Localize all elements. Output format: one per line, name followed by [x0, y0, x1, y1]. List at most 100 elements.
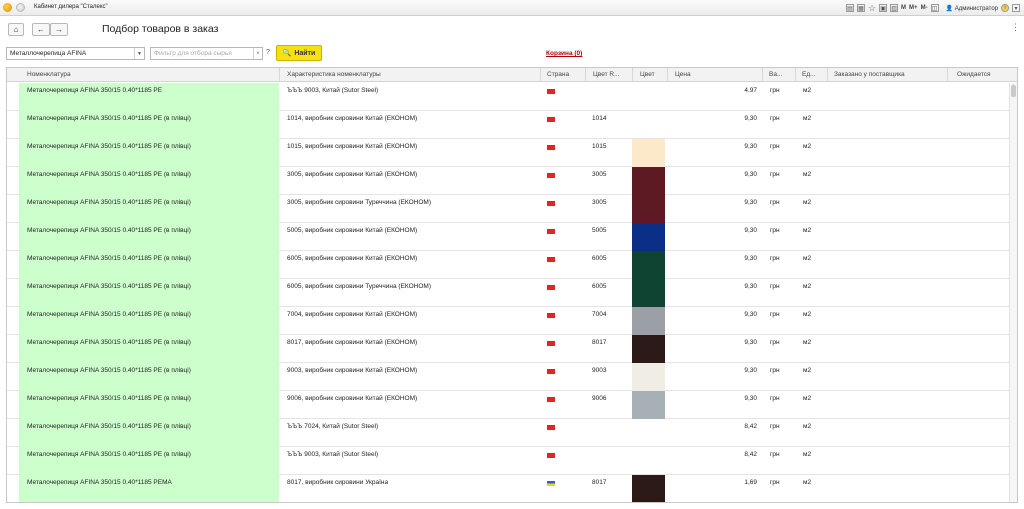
- print-icon[interactable]: ▤: [845, 4, 854, 12]
- price-text: 9,30: [744, 367, 757, 374]
- color-swatch: [632, 391, 665, 419]
- table-row[interactable]: Металочерепиця AFINA 350/15 0.40*1185 PE…: [7, 195, 1009, 223]
- currency-text: грн: [770, 367, 780, 374]
- characteristic-text: ЪЪЪ 9003, Китай (Sutor Steel): [287, 87, 379, 94]
- table-row[interactable]: Металочерепиця AFINA 350/15 0.40*1185 PE…: [7, 475, 1009, 502]
- characteristic-text: 3005, виробник сировини Туреччина (ЕКОНО…: [287, 199, 432, 206]
- table-scrollbar[interactable]: ▲: [1009, 83, 1017, 502]
- user-name[interactable]: 👤 Администратор: [946, 5, 998, 12]
- col-header-color[interactable]: Цвет: [640, 71, 664, 78]
- unit-text: м2: [803, 311, 812, 318]
- nomenclature-text: Металочерепиця AFINA 350/15 0.40*1185 PE…: [27, 451, 191, 458]
- info-icon[interactable]: i: [1001, 4, 1009, 12]
- raw-material-filter-input[interactable]: Фильтр для отбора сырья ×: [150, 47, 263, 60]
- table-row[interactable]: Металочерепиця AFINA 350/15 0.40*1185 PE…: [7, 363, 1009, 391]
- characteristic-text: 7004, виробник сировини Китай (ЕКОНОМ): [287, 311, 418, 318]
- home-button[interactable]: ⌂: [8, 23, 24, 36]
- table-row[interactable]: Металочерепиця AFINA 350/15 0.40*1185 PE…: [7, 223, 1009, 251]
- ral-code-text: 9006: [592, 395, 607, 402]
- ral-code-text: 8017: [592, 479, 607, 486]
- characteristic-text: 8017, виробник сировини Китай (ЕКОНОМ): [287, 339, 418, 346]
- memory-subtract-button[interactable]: M-: [921, 5, 928, 11]
- category-select-value: Металлочерепица AFINA: [10, 50, 87, 57]
- history-icon[interactable]: ▦: [856, 4, 865, 12]
- clear-icon[interactable]: ×: [253, 48, 262, 59]
- col-header-country[interactable]: Страна: [547, 71, 579, 78]
- color-swatch: [632, 195, 665, 223]
- memory-add-button[interactable]: M+: [909, 5, 918, 11]
- forward-button[interactable]: →: [50, 23, 68, 36]
- window-menu-icon[interactable]: ▾: [1012, 4, 1020, 12]
- unit-text: м2: [803, 255, 812, 262]
- table-row[interactable]: Металочерепиця AFINA 350/15 0.40*1185 PE…: [7, 279, 1009, 307]
- panels-icon[interactable]: ◫: [930, 4, 939, 12]
- table-header: Номенклатура Характеристика номенклатуры…: [7, 68, 1017, 82]
- nomenclature-text: Металочерепиця AFINA 350/15 0.40*1185 PE…: [27, 395, 191, 402]
- color-swatch: [632, 475, 665, 502]
- ral-code-text: 7004: [592, 311, 607, 318]
- ral-code-text: 3005: [592, 199, 607, 206]
- china-flag-icon: [547, 285, 555, 290]
- table-row[interactable]: Металочерепиця AFINA 350/15 0.40*1185 PE…: [7, 139, 1009, 167]
- china-flag-icon: [547, 145, 555, 150]
- characteristic-text: ЪЪЪ 7024, Китай (Sutor Steel): [287, 423, 379, 430]
- price-text: 9,30: [744, 339, 757, 346]
- nomenclature-text: Металочерепиця AFINA 350/15 0.40*1185 PE: [27, 87, 163, 94]
- currency-text: грн: [770, 115, 780, 122]
- scroll-thumb[interactable]: [1011, 85, 1016, 97]
- cart-link[interactable]: Корзина (0): [546, 50, 582, 57]
- col-header-unit[interactable]: Ед...: [802, 71, 822, 78]
- col-header-expected[interactable]: Ожидается: [957, 71, 1012, 78]
- col-header-ordered[interactable]: Заказано у поставщика: [834, 71, 944, 78]
- table-row[interactable]: Металочерепиця AFINA 350/15 0.40*1185 PE…: [7, 307, 1009, 335]
- currency-text: грн: [770, 199, 780, 206]
- table-row[interactable]: Металочерепиця AFINA 350/15 0.40*1185 PE…: [7, 447, 1009, 475]
- characteristic-text: 3005, виробник сировини Китай (ЕКОНОМ): [287, 171, 418, 178]
- nomenclature-text: Металочерепиця AFINA 350/15 0.40*1185 PE…: [27, 311, 191, 318]
- col-header-ral[interactable]: Цвет R...: [593, 71, 629, 78]
- back-circle-icon[interactable]: [16, 3, 25, 12]
- color-swatch: [632, 363, 665, 391]
- help-icon[interactable]: ?: [266, 49, 270, 56]
- unit-text: м2: [803, 339, 812, 346]
- products-table: Номенклатура Характеристика номенклатуры…: [6, 67, 1018, 503]
- price-text: 9,30: [744, 255, 757, 262]
- nomenclature-text: Металочерепиця AFINA 350/15 0.40*1185 PE…: [27, 115, 191, 122]
- table-row[interactable]: Металочерепиця AFINA 350/15 0.40*1185 PE…: [7, 167, 1009, 195]
- unit-text: м2: [803, 171, 812, 178]
- more-actions-icon[interactable]: ⋮: [1011, 22, 1020, 33]
- ral-code-text: 9003: [592, 367, 607, 374]
- table-row[interactable]: Металочерепиця AFINA 350/15 0.40*1185 PE…: [7, 391, 1009, 419]
- filter-placeholder: Фильтр для отбора сырья: [154, 50, 232, 57]
- page-title: Подбор товаров в заказ: [102, 23, 219, 35]
- memory-button[interactable]: M: [901, 5, 906, 11]
- table-row[interactable]: Металочерепиця AFINA 350/15 0.40*1185 PE…: [7, 335, 1009, 363]
- col-header-characteristic[interactable]: Характеристика номенклатуры: [287, 71, 537, 78]
- china-flag-icon: [547, 425, 555, 430]
- price-text: 9,30: [744, 115, 757, 122]
- calculator-icon[interactable]: ▥: [890, 4, 899, 12]
- color-swatch: [632, 223, 665, 251]
- app-logo-icon: [3, 3, 12, 12]
- favorite-star-icon[interactable]: ☆: [868, 3, 876, 14]
- table-row[interactable]: Металочерепиця AFINA 350/15 0.40*1185 PE…: [7, 83, 1009, 111]
- table-row[interactable]: Металочерепиця AFINA 350/15 0.40*1185 PE…: [7, 251, 1009, 279]
- unit-text: м2: [803, 283, 812, 290]
- china-flag-icon: [547, 453, 555, 458]
- category-select[interactable]: Металлочерепица AFINA ▼: [6, 47, 145, 60]
- table-row[interactable]: Металочерепиця AFINA 350/15 0.40*1185 PE…: [7, 419, 1009, 447]
- nomenclature-text: Металочерепиця AFINA 350/15 0.40*1185 PE…: [27, 255, 191, 262]
- find-button[interactable]: 🔍 Найти: [276, 45, 322, 61]
- characteristic-text: ЪЪЪ 9003, Китай (Sutor Steel): [287, 451, 379, 458]
- currency-text: грн: [770, 451, 780, 458]
- back-button[interactable]: ←: [32, 23, 50, 36]
- table-row[interactable]: Металочерепиця AFINA 350/15 0.40*1185 PE…: [7, 111, 1009, 139]
- chevron-down-icon[interactable]: ▼: [134, 48, 144, 59]
- nomenclature-text: Металочерепиця AFINA 350/15 0.40*1185 PE…: [27, 199, 191, 206]
- unit-text: м2: [803, 479, 812, 486]
- china-flag-icon: [547, 201, 555, 206]
- calendar-icon[interactable]: ▣: [879, 4, 888, 12]
- col-header-currency[interactable]: Ва...: [769, 71, 791, 78]
- col-header-nomenclature[interactable]: Номенклатура: [27, 71, 277, 78]
- col-header-price[interactable]: Цена: [675, 71, 755, 78]
